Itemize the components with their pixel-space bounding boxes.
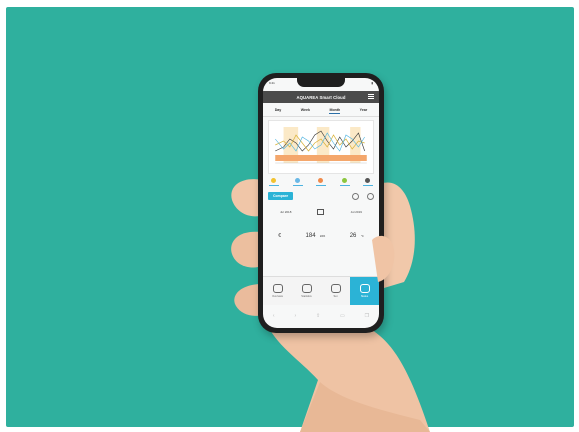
currency-symbol: € [278,233,282,239]
water-icon[interactable] [292,178,304,188]
phone-screen: 9:41 ▮ AQUAREA Smart Cloud Day Week Mont… [263,78,379,328]
status-icon [359,284,370,293]
settings-icon [330,284,341,293]
energy-chart [268,120,374,174]
hamburger-menu-icon[interactable] [368,94,374,100]
browser-toolbar: ‹ › ⇪ ▭ ❐ [263,304,379,328]
share-icon[interactable] [367,192,374,200]
smartphone: 9:41 ▮ AQUAREA Smart Cloud Day Week Mont… [258,73,384,333]
period-tabs: Day Week Month Year [263,103,379,117]
energy-value: 184 [305,233,316,239]
stats-row: € 184 kWh 26 °C [263,215,379,242]
compare-row: Compare [263,188,379,200]
compare-button[interactable]: Compare [268,192,294,200]
metric-icons-row [263,174,379,188]
forward-arrow-icon[interactable]: › [294,313,296,319]
back-arrow-icon[interactable]: ‹ [273,313,275,319]
overview-icon [272,284,283,293]
nav-statistics[interactable]: Statistics [292,277,321,305]
leaf-icon[interactable] [339,178,351,188]
chart-svg [274,127,367,164]
nav-status[interactable]: Status [350,277,379,305]
bottom-nav: Overview Statistics Set Status [263,276,379,305]
tab-day[interactable]: Day [275,108,282,114]
nav-statistics-label: Statistics [301,295,312,298]
nav-set[interactable]: Set [321,277,350,305]
nav-overview[interactable]: Overview [263,277,292,305]
date-from[interactable]: Jul 2018 [280,210,291,214]
sun-icon[interactable] [268,178,280,188]
date-to[interactable]: Jul 2019 [351,210,362,214]
tab-week[interactable]: Week [301,108,310,114]
phone-notch [297,78,345,87]
share-sheet-icon[interactable]: ⇪ [316,313,320,319]
nav-set-label: Set [333,295,338,298]
energy-stat: 184 kWh [306,224,326,242]
date-range: Jul 2018 Jul 2019 [263,200,379,215]
photo-frame: 9:41 ▮ AQUAREA Smart Cloud Day Week Mont… [0,0,579,432]
battery-icon: ▮ [371,81,373,85]
app-title: AQUAREA Smart Cloud [296,94,346,100]
calendar-icon[interactable] [317,209,325,215]
nav-overview-label: Overview [272,295,283,298]
temp-unit: °C [360,235,364,238]
statistics-icon [301,284,312,293]
temp-value: 26 [349,233,357,239]
energy-unit: kWh [320,235,326,238]
bookmarks-icon[interactable]: ▭ [340,313,345,319]
car-icon[interactable] [362,178,374,188]
search-icon[interactable] [352,192,359,200]
heating-icon[interactable] [315,178,327,188]
tabs-icon[interactable]: ❐ [365,313,369,319]
nav-status-label: Status [360,295,369,298]
app-bar: AQUAREA Smart Cloud [263,91,379,103]
tab-year[interactable]: Year [360,108,368,114]
temp-stat: 26 °C [350,224,364,242]
status-time: 9:41 [269,81,275,85]
compare-icons [352,192,374,200]
tab-month[interactable]: Month [329,108,341,114]
